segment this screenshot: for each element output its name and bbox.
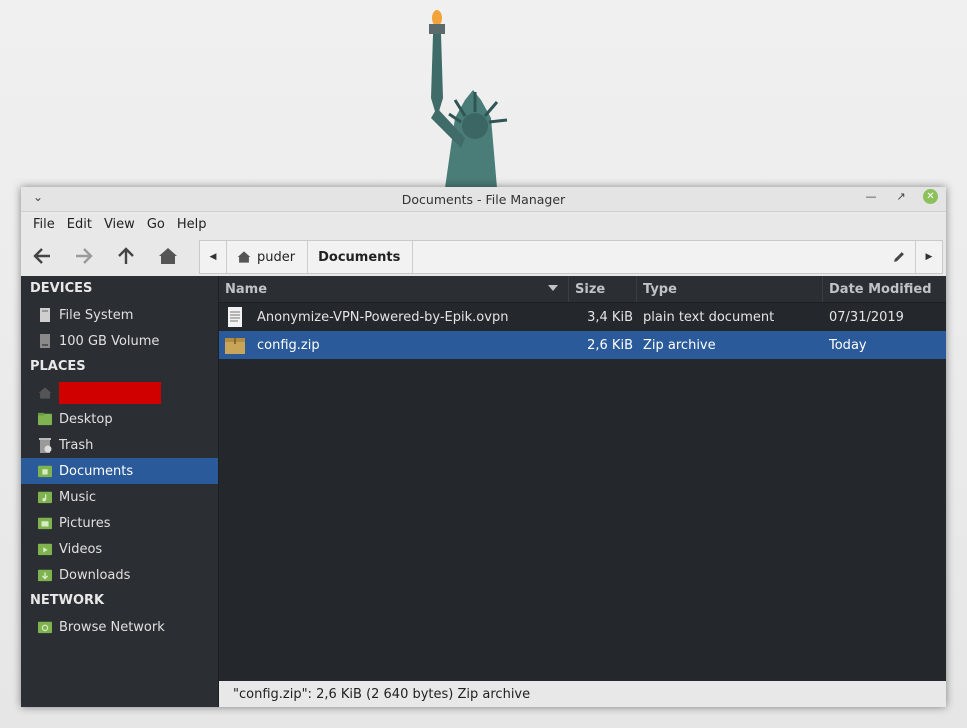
sidebar-item-file-system[interactable]: File System: [21, 302, 218, 328]
text-document-icon: [225, 307, 245, 327]
sidebar-item-home[interactable]: [21, 380, 218, 406]
sidebar-heading-devices: DEVICES: [30, 281, 93, 296]
window-title: Documents - File Manager: [401, 191, 566, 207]
file-name: config.zip: [257, 337, 320, 353]
title-bar: ⌄ Documents - File Manager — ↗ ✕: [21, 187, 946, 212]
videos-folder-icon: [38, 542, 52, 556]
menu-view[interactable]: View: [98, 217, 141, 232]
column-header-type[interactable]: Type: [637, 276, 823, 302]
wallpaper-statue-image: [429, 10, 508, 188]
sidebar-item-browse-network[interactable]: Browse Network: [21, 614, 218, 640]
file-size: 2,6 KiB: [587, 337, 633, 353]
file-name: Anonymize-VPN-Powered-by-Epik.ovpn: [257, 309, 509, 325]
file-row[interactable]: Anonymize-VPN-Powered-by-Epik.ovpn 3,4 K…: [219, 303, 946, 331]
breadcrumb-home[interactable]: puder: [227, 241, 309, 273]
menu-edit[interactable]: Edit: [61, 217, 98, 232]
pencil-icon: [894, 252, 904, 262]
home-button[interactable]: [147, 236, 189, 276]
sidebar-item-videos[interactable]: Videos: [21, 536, 218, 562]
sidebar-item-pictures[interactable]: Pictures: [21, 510, 218, 536]
back-button[interactable]: [21, 236, 63, 276]
file-date: 07/31/2019: [829, 309, 904, 325]
sidebar-item-label: Documents: [59, 463, 134, 479]
sidebar-item-label: 100 GB Volume: [59, 333, 160, 349]
path-scroll-left-button[interactable]: ◀: [200, 241, 227, 273]
column-header-date-modified[interactable]: Date Modified: [823, 276, 946, 302]
breadcrumb-documents[interactable]: Documents: [308, 241, 414, 273]
documents-folder-icon: [38, 464, 52, 478]
menu-help[interactable]: Help: [171, 217, 213, 232]
sidebar-item-label: Downloads: [59, 567, 131, 583]
drive-icon: [38, 334, 52, 348]
home-icon: [237, 251, 251, 263]
sort-descending-icon: [548, 285, 558, 291]
sidebar-item-documents[interactable]: Documents: [21, 458, 218, 484]
sidebar-item-downloads[interactable]: Downloads: [21, 562, 218, 588]
file-type: Zip archive: [643, 337, 716, 353]
sidebar-item-desktop[interactable]: Desktop: [21, 406, 218, 432]
file-manager-window: ⌄ Documents - File Manager — ↗ ✕ File Ed…: [21, 187, 946, 707]
home-icon: [38, 386, 52, 400]
sidebar-item-label: Music: [59, 489, 96, 505]
edit-path-button[interactable]: [884, 241, 914, 273]
column-header-name[interactable]: Name: [219, 276, 569, 302]
desktop-folder-icon: [38, 412, 52, 426]
sidebar-item-label: Trash: [59, 437, 94, 453]
path-bar: ◀ puder Documents ▶: [199, 240, 943, 274]
close-icon[interactable]: ✕: [923, 189, 938, 204]
file-list-view: Name Size Type Date Modified Anonymize-V…: [219, 276, 946, 707]
sidebar-heading-places: PLACES: [30, 359, 86, 374]
network-folder-icon: [38, 620, 52, 634]
file-date: Today: [829, 337, 867, 353]
column-header-label: Name: [225, 281, 268, 297]
home-icon: [159, 248, 177, 264]
file-type: plain text document: [643, 309, 775, 325]
column-header-label: Date Modified: [829, 281, 932, 297]
trash-icon: [38, 438, 52, 453]
sidebar: DEVICES File System 100 GB Volume PLACES…: [21, 276, 219, 707]
arrow-up-icon: [118, 247, 134, 264]
archive-icon: [225, 335, 245, 355]
column-header-row: Name Size Type Date Modified: [219, 276, 946, 303]
up-button[interactable]: [105, 236, 147, 276]
column-header-label: Size: [575, 281, 606, 297]
menu-bar: File Edit View Go Help: [21, 212, 946, 236]
music-folder-icon: [38, 490, 52, 504]
status-bar: "config.zip": 2,6 KiB (2 640 bytes) Zip …: [219, 681, 946, 707]
forward-button[interactable]: [63, 236, 105, 276]
status-text: "config.zip": 2,6 KiB (2 640 bytes) Zip …: [233, 686, 531, 702]
redacted-label: [59, 382, 161, 404]
sidebar-item-label: Pictures: [59, 515, 111, 531]
sidebar-item-label: Desktop: [59, 411, 113, 427]
sidebar-item-label: File System: [59, 307, 134, 323]
column-header-size[interactable]: Size: [569, 276, 637, 302]
toolbar: ◀ puder Documents ▶: [21, 236, 946, 277]
sidebar-item-label: Browse Network: [59, 619, 165, 635]
file-size: 3,4 KiB: [587, 309, 633, 325]
sidebar-item-label: Videos: [59, 541, 103, 557]
sidebar-heading-network: NETWORK: [30, 593, 105, 608]
pictures-folder-icon: [38, 516, 52, 530]
minimize-icon[interactable]: —: [863, 190, 879, 203]
breadcrumb-home-label: puder: [257, 249, 296, 265]
arrow-right-icon: [76, 248, 93, 264]
sidebar-item-music[interactable]: Music: [21, 484, 218, 510]
window-menu-chevron-icon[interactable]: ⌄: [33, 190, 43, 204]
restore-icon[interactable]: ↗: [893, 190, 909, 203]
menu-go[interactable]: Go: [141, 217, 171, 232]
path-scroll-right-button[interactable]: ▶: [915, 241, 942, 273]
file-row[interactable]: config.zip 2,6 KiB Zip archive Today: [219, 331, 946, 359]
drive-icon: [38, 308, 52, 322]
breadcrumb-documents-label: Documents: [318, 249, 401, 265]
downloads-folder-icon: [38, 568, 52, 582]
menu-file[interactable]: File: [27, 217, 61, 232]
sidebar-item-trash[interactable]: Trash: [21, 432, 218, 458]
sidebar-item-100gb-volume[interactable]: 100 GB Volume: [21, 328, 218, 354]
column-header-label: Type: [643, 281, 677, 297]
arrow-left-icon: [33, 248, 50, 264]
